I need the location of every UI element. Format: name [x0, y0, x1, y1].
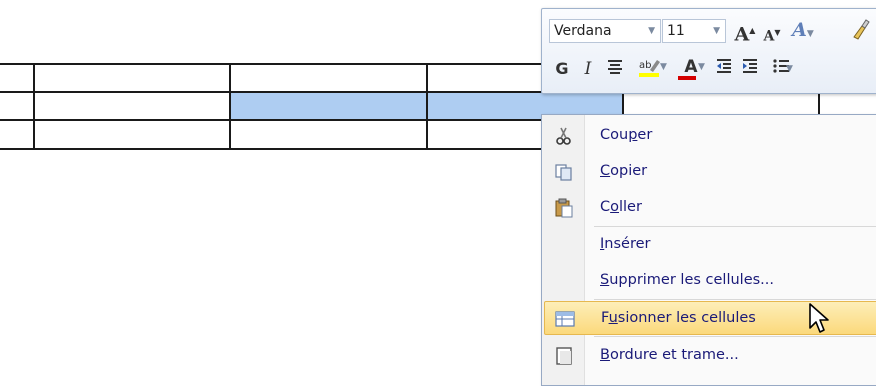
- font-size-select[interactable]: 11 ▼: [662, 19, 726, 43]
- menu-item-insert[interactable]: Insérer ▶: [542, 228, 876, 262]
- menu-item-label: Bordure et trame...: [600, 347, 739, 363]
- scissors-icon: [556, 127, 571, 145]
- label-part: opier: [610, 163, 648, 179]
- shrink-font-icon: A: [763, 28, 775, 45]
- menu-item-cut[interactable]: Couper: [542, 119, 876, 153]
- label-part: nsérer: [604, 236, 651, 252]
- chevron-down-icon[interactable]: ▼: [648, 20, 655, 42]
- decrease-indent-icon: [717, 59, 731, 73]
- table-col-border: [229, 63, 231, 150]
- label-accelerator: C: [600, 163, 611, 179]
- svg-text:ab: ab: [639, 60, 651, 71]
- menu-separator: [594, 336, 876, 337]
- table-col-border: [33, 63, 35, 150]
- menu-item-label: Couper: [600, 127, 652, 143]
- paintbrush-icon: [853, 19, 870, 40]
- format-painter-button[interactable]: [846, 18, 876, 42]
- table-row-border: [0, 148, 545, 150]
- mouse-cursor-icon: [809, 303, 829, 333]
- font-color-button[interactable]: A ▼: [674, 55, 708, 80]
- center-align-icon: [608, 60, 622, 74]
- label-accelerator: u: [608, 310, 618, 326]
- font-name-value: Verdana: [554, 23, 612, 39]
- center-align-button[interactable]: [602, 57, 628, 81]
- mini-toolbar: Verdana ▼ 11 ▼ A▲ A▼ A▼ G I ab ▼ A ▼ ▼: [541, 8, 876, 94]
- menu-item-delete-cells[interactable]: Supprimer les cellules...: [542, 264, 876, 298]
- label-accelerator: o: [610, 199, 619, 215]
- label-part: F: [601, 310, 609, 326]
- label-accelerator: S: [600, 272, 610, 288]
- menu-item-paste[interactable]: Coller: [542, 191, 876, 225]
- bold-icon: G: [555, 59, 569, 78]
- label-part: er: [637, 127, 653, 143]
- shrink-font-button[interactable]: A▼: [760, 20, 784, 45]
- selected-cell-2[interactable]: [230, 92, 426, 120]
- label-part: upprimer les cellules...: [609, 272, 775, 288]
- bullets-button[interactable]: ▼: [764, 57, 798, 81]
- increase-indent-icon: [743, 59, 757, 73]
- decrease-indent-button[interactable]: [712, 57, 736, 81]
- styles-icon: A: [792, 19, 807, 41]
- table-row-border: [0, 63, 545, 65]
- paste-icon: [555, 198, 573, 218]
- italic-button[interactable]: I: [576, 57, 600, 81]
- label-part: ller: [619, 199, 642, 215]
- menu-item-label: Coller: [600, 199, 642, 215]
- menu-item-label: Supprimer les cellules...: [600, 272, 774, 288]
- grow-font-icon: A: [734, 23, 750, 46]
- label-part: sionner les cellules: [617, 310, 756, 326]
- highlight-button[interactable]: ab ▼: [630, 55, 670, 79]
- menu-item-label: Insérer: [600, 236, 650, 252]
- menu-separator: [594, 226, 876, 227]
- menu-item-label: Fusionner les cellules: [601, 310, 756, 326]
- copy-icon: [555, 164, 572, 181]
- label-part: C: [600, 199, 611, 215]
- styles-button[interactable]: A▼: [788, 18, 818, 42]
- font-name-select[interactable]: Verdana ▼: [549, 19, 661, 43]
- context-menu: Couper Copier Coller Insérer ▶ Su: [541, 114, 876, 386]
- menu-item-label: Copier: [600, 163, 647, 179]
- menu-item-copy[interactable]: Copier: [542, 155, 876, 189]
- chevron-down-icon[interactable]: ▼: [713, 20, 720, 42]
- table-row-border: [0, 119, 545, 121]
- font-size-value: 11: [667, 23, 685, 39]
- table-col-border: [426, 63, 428, 150]
- menu-item-borders-shading[interactable]: Bordure et trame...: [542, 339, 876, 373]
- font-color-icon: A: [684, 57, 698, 77]
- page-borders-icon: [556, 347, 572, 365]
- label-part: ordure et trame...: [609, 347, 739, 363]
- italic-icon: I: [584, 59, 592, 79]
- merge-cells-icon: [555, 311, 575, 327]
- label-accelerator: B: [600, 347, 610, 363]
- menu-separator: [594, 299, 876, 300]
- label-part: Cou: [600, 127, 629, 143]
- grow-font-button[interactable]: A▲: [732, 18, 758, 46]
- increase-indent-button[interactable]: [738, 57, 762, 81]
- bold-button[interactable]: G: [550, 57, 574, 81]
